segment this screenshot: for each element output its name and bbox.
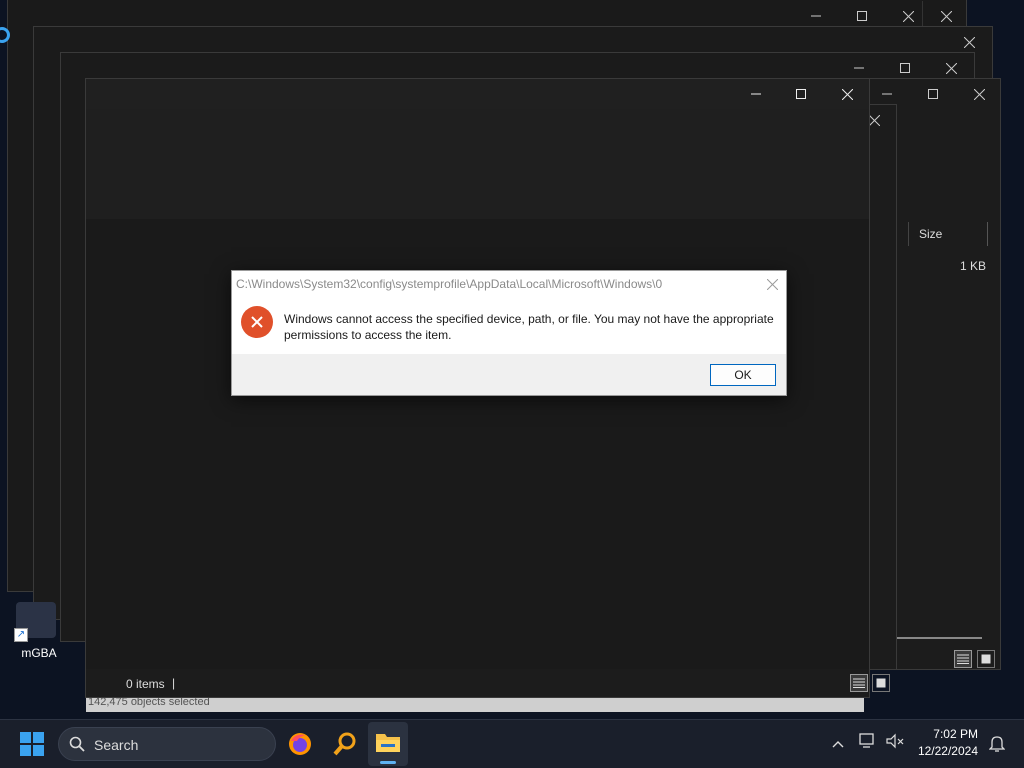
bell-icon	[989, 736, 1005, 752]
details-view-icon	[853, 678, 865, 688]
dialog-message: Windows cannot access the specified devi…	[284, 312, 774, 342]
taskbar-firefox[interactable]	[284, 728, 316, 760]
maximize-button[interactable]	[778, 79, 824, 109]
column-header-size[interactable]: Size	[908, 222, 988, 246]
firefox-icon	[289, 733, 311, 755]
close-icon	[940, 10, 952, 22]
close-icon	[868, 114, 880, 126]
network-icon	[859, 733, 874, 748]
close-icon	[766, 278, 778, 290]
details-view-button[interactable]	[850, 674, 868, 692]
search-box[interactable]: Search	[58, 727, 276, 761]
dialog-close-button[interactable]	[764, 276, 780, 292]
clock-date: 12/22/2024	[917, 744, 978, 758]
close-icon	[945, 62, 957, 74]
taskbar: Search 7:02 PM 12/22/2024	[0, 719, 1024, 768]
chevron-up-icon	[832, 741, 844, 748]
minimize-icon	[882, 93, 892, 95]
error-x-icon	[241, 306, 273, 338]
shortcut-label: mGBA	[21, 646, 57, 660]
ok-button[interactable]: OK	[710, 364, 776, 386]
status-item-count: 0 items	[126, 677, 165, 691]
file-size-cell: 1 KB	[959, 259, 986, 273]
volume-button[interactable]	[885, 732, 909, 756]
maximize-icon	[857, 11, 867, 21]
column-header-size-label: Size	[919, 227, 943, 241]
details-view-button[interactable]	[954, 650, 972, 668]
taskbar-search-app[interactable]	[329, 728, 361, 760]
minimize-icon	[811, 15, 821, 17]
large-icons-view-icon	[981, 654, 991, 664]
error-dialog: C:\Windows\System32\config\systemprofile…	[231, 270, 787, 396]
network-status-button[interactable]	[858, 732, 882, 756]
large-icons-view-icon	[876, 678, 886, 688]
clock[interactable]: 7:02 PM 12/22/2024	[912, 726, 978, 762]
clock-time: 7:02 PM	[933, 727, 978, 741]
minimize-button[interactable]	[733, 79, 779, 109]
maximize-icon	[900, 63, 910, 73]
notifications-button[interactable]	[986, 732, 1008, 754]
minimize-icon	[751, 93, 761, 95]
magnifier-app-icon	[333, 732, 356, 756]
close-icon	[973, 88, 985, 100]
close-button[interactable]	[956, 79, 1002, 109]
close-icon	[841, 88, 853, 100]
status-bar: 0 items |	[86, 669, 890, 697]
large-icons-view-button[interactable]	[977, 650, 995, 668]
search-label: Search	[94, 737, 139, 753]
close-button[interactable]	[824, 79, 870, 109]
desktop-shortcut-mgba[interactable]: ↗ mGBA	[8, 600, 70, 664]
close-icon	[902, 10, 914, 22]
taskbar-file-explorer[interactable]	[368, 722, 408, 766]
start-button[interactable]	[16, 728, 48, 760]
toolbar-area	[86, 109, 869, 219]
maximize-icon	[928, 89, 938, 99]
maximize-icon	[796, 89, 806, 99]
volume-muted-icon	[886, 733, 904, 749]
details-view-icon	[957, 654, 969, 664]
dialog-footer: OK	[232, 354, 786, 395]
dialog-title: C:\Windows\System32\config\systemprofile…	[236, 277, 663, 291]
close-icon	[963, 36, 975, 48]
horizontal-scrollbar[interactable]	[896, 637, 982, 639]
large-icons-view-button[interactable]	[872, 674, 890, 692]
maximize-button[interactable]	[910, 79, 956, 109]
active-indicator	[380, 761, 396, 764]
windows-logo-icon	[20, 732, 44, 756]
search-icon	[69, 736, 85, 752]
show-hidden-icons-button[interactable]	[828, 734, 848, 754]
folder-icon	[376, 734, 400, 752]
shortcut-arrow-icon: ↗	[14, 628, 28, 642]
minimize-icon	[854, 67, 864, 69]
status-separator: |	[172, 676, 176, 690]
